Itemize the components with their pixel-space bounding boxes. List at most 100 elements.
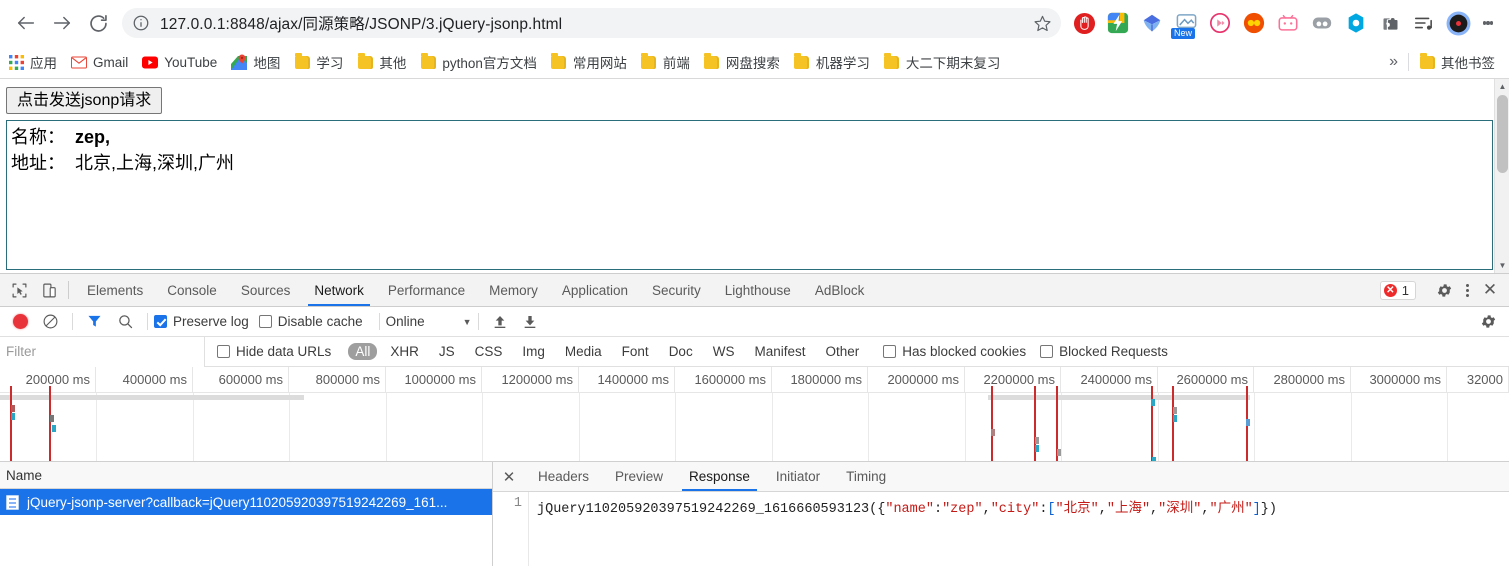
fast-image-extension-icon[interactable] <box>1103 8 1133 38</box>
hide-data-urls-checkbox-box[interactable] <box>217 345 230 358</box>
request-list-header[interactable]: Name <box>0 462 492 489</box>
response-source-line[interactable]: jQuery110205920397519242269_161666059312… <box>529 492 1509 566</box>
scroll-up-arrow-icon[interactable]: ▲ <box>1495 79 1509 94</box>
scroll-down-arrow-icon[interactable]: ▼ <box>1495 258 1509 273</box>
detail-tab-preview[interactable]: Preview <box>602 462 676 491</box>
clear-network-log-icon[interactable] <box>42 313 59 330</box>
bookmark-folder-qita[interactable]: 其他 <box>357 52 406 72</box>
bookmark-other-bookmarks[interactable]: 其他书签 <box>1419 52 1495 72</box>
resource-type-media[interactable]: Media <box>558 343 609 360</box>
import-har-icon[interactable] <box>492 314 508 330</box>
resource-type-doc[interactable]: Doc <box>662 343 700 360</box>
disable-cache-checkbox-box[interactable] <box>258 315 272 328</box>
close-icon[interactable]: ✕ <box>1477 280 1503 300</box>
filter-funnel-icon[interactable] <box>86 313 103 330</box>
preserve-log-checkbox[interactable]: Preserve log <box>154 314 249 329</box>
bookmark-folder-changyong[interactable]: 常用网站 <box>551 52 627 72</box>
tab-performance[interactable]: Performance <box>376 274 477 306</box>
detail-tab-initiator[interactable]: Initiator <box>763 462 833 491</box>
search-icon[interactable] <box>117 313 134 330</box>
has-blocked-cookies-label: Has blocked cookies <box>902 344 1027 359</box>
infinity-extension-icon[interactable] <box>1239 8 1269 38</box>
page-scrollbar[interactable]: ▲ ▼ <box>1494 79 1509 273</box>
screenshot-extension-icon[interactable]: New <box>1171 8 1201 39</box>
bookmark-gmail[interactable]: Gmail <box>71 54 128 70</box>
back-arrow-icon[interactable] <box>8 5 44 41</box>
bookmark-youtube[interactable]: YouTube <box>142 54 217 70</box>
bookmark-star-icon[interactable] <box>1029 10 1055 36</box>
tab-elements[interactable]: Elements <box>75 274 155 306</box>
resource-type-ws[interactable]: WS <box>706 343 742 360</box>
bookmarks-overflow-chevron-icon[interactable]: » <box>1379 53 1408 71</box>
tab-application[interactable]: Application <box>550 274 640 306</box>
panda-extension-icon[interactable] <box>1307 8 1337 38</box>
resource-type-img[interactable]: Img <box>515 343 552 360</box>
tab-memory[interactable]: Memory <box>477 274 550 306</box>
toggle-device-toolbar-icon[interactable] <box>34 274 64 306</box>
tab-sources[interactable]: Sources <box>229 274 303 306</box>
resource-type-all[interactable]: All <box>348 343 378 360</box>
script-file-icon <box>6 494 19 510</box>
tab-lighthouse[interactable]: Lighthouse <box>713 274 803 306</box>
resource-type-css[interactable]: CSS <box>468 343 510 360</box>
bookmark-folder-wangpan[interactable]: 网盘搜索 <box>704 52 780 72</box>
network-overview-timeline[interactable]: 200000 ms 400000 ms 600000 ms 800000 ms … <box>0 367 1509 462</box>
export-har-icon[interactable] <box>522 314 538 330</box>
blocked-requests-checkbox-box[interactable] <box>1040 345 1054 358</box>
music-playlist-extension-icon[interactable] <box>1409 8 1439 38</box>
forward-arrow-icon[interactable] <box>44 5 80 41</box>
scrollbar-thumb[interactable] <box>1497 95 1508 173</box>
bookmark-apps[interactable]: 应用 <box>8 52 57 72</box>
network-settings-gear-icon[interactable] <box>1475 313 1501 330</box>
gear-icon[interactable] <box>1431 282 1457 299</box>
detail-tab-headers[interactable]: Headers <box>525 462 602 491</box>
bilibili-extension-icon[interactable] <box>1273 8 1303 38</box>
site-info-icon[interactable] <box>132 14 150 32</box>
send-jsonp-request-button[interactable]: 点击发送jsonp请求 <box>6 87 163 115</box>
chevron-down-icon[interactable]: ▼ <box>463 317 472 327</box>
resource-type-xhr[interactable]: XHR <box>383 343 426 360</box>
puzzle-extensions-icon[interactable] <box>1375 8 1405 38</box>
bookmark-folder-xuexi[interactable]: 学习 <box>294 52 343 72</box>
close-detail-icon[interactable]: ✕ <box>493 462 525 491</box>
tab-adblock[interactable]: AdBlock <box>803 274 877 306</box>
kebab-menu-icon[interactable] <box>1457 283 1477 298</box>
octagon-extension-icon[interactable] <box>1341 8 1371 38</box>
resource-type-manifest[interactable]: Manifest <box>747 343 812 360</box>
resource-type-font[interactable]: Font <box>615 343 656 360</box>
address-bar[interactable]: 127.0.0.1:8848/ajax/同源策略/JSONP/3.jQuery-… <box>122 8 1061 38</box>
disable-cache-checkbox[interactable]: Disable cache <box>258 314 363 329</box>
preserve-log-checkbox-box[interactable] <box>154 315 167 328</box>
video-speed-extension-icon[interactable] <box>1205 8 1235 38</box>
detail-tab-timing[interactable]: Timing <box>833 462 899 491</box>
chrome-menu-icon[interactable] <box>1475 8 1501 38</box>
bookmark-folder-qianduan[interactable]: 前端 <box>641 52 690 72</box>
reload-icon[interactable] <box>80 5 116 41</box>
blocked-requests-checkbox[interactable]: Blocked Requests <box>1040 344 1168 359</box>
bookmark-maps[interactable]: 地图 <box>231 52 280 72</box>
umbrella-extension-icon[interactable] <box>1137 8 1167 38</box>
tab-security[interactable]: Security <box>640 274 713 306</box>
adblock-extension-icon[interactable] <box>1069 8 1099 38</box>
resource-type-js[interactable]: JS <box>432 343 462 360</box>
detail-tab-response[interactable]: Response <box>676 462 763 491</box>
resource-type-other[interactable]: Other <box>818 343 866 360</box>
filter-input[interactable] <box>0 336 205 367</box>
toolbar-divider <box>378 313 380 330</box>
table-row[interactable]: jQuery-jsonp-server?callback=jQuery11020… <box>0 489 492 515</box>
has-blocked-cookies-checkbox-box[interactable] <box>883 345 897 358</box>
folder-icon <box>551 53 567 70</box>
bookmark-folder-ml[interactable]: 机器学习 <box>794 52 870 72</box>
has-blocked-cookies-checkbox[interactable]: Has blocked cookies <box>883 344 1026 359</box>
error-count-badge[interactable]: ✕ 1 <box>1379 280 1416 300</box>
record-button-icon[interactable] <box>13 314 28 329</box>
open-paren: ({ <box>869 502 886 517</box>
profile-avatar-icon[interactable] <box>1443 8 1473 38</box>
bookmark-folder-fuxi[interactable]: 大二下期末复习 <box>884 52 1000 72</box>
tab-console[interactable]: Console <box>155 274 229 306</box>
hide-data-urls-checkbox[interactable]: Hide data URLs <box>217 344 331 359</box>
tab-network[interactable]: Network <box>302 274 376 306</box>
bookmark-folder-python-docs[interactable]: python官方文档 <box>420 52 537 72</box>
inspect-element-icon[interactable] <box>4 274 34 306</box>
throttling-dropdown[interactable]: Online ▼ <box>386 314 472 329</box>
